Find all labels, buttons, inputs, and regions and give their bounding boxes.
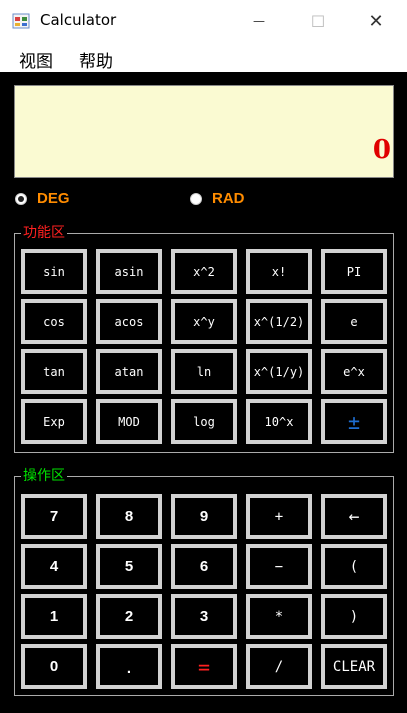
fn-button-x[interactable]: x! [246, 249, 312, 294]
fn-button-x-y[interactable]: x^y [171, 299, 237, 344]
minimize-icon: — [253, 14, 265, 28]
deg-label: DEG [37, 190, 70, 207]
op-button-9[interactable]: 9 [171, 494, 237, 539]
menu-view[interactable]: 视图 [19, 47, 53, 72]
op-button-backspace[interactable]: ← [321, 494, 387, 539]
op-button-close-paren[interactable]: ) [321, 594, 387, 639]
op-button-4[interactable]: 4 [21, 544, 87, 589]
deg-radio[interactable]: DEG [15, 190, 70, 207]
op-button-minus[interactable]: − [246, 544, 312, 589]
fn-button-tan[interactable]: tan [21, 349, 87, 394]
op-button-7[interactable]: 7 [21, 494, 87, 539]
op-button-multiply[interactable]: * [246, 594, 312, 639]
op-button-2[interactable]: 2 [96, 594, 162, 639]
minimize-button[interactable]: — [229, 0, 289, 42]
fn-button-e-x[interactable]: e^x [321, 349, 387, 394]
fn-button-sin[interactable]: sin [21, 249, 87, 294]
op-button-open-paren[interactable]: ( [321, 544, 387, 589]
op-button-plus[interactable]: + [246, 494, 312, 539]
display-value: 0 [372, 135, 391, 165]
fn-button-exp[interactable]: Exp [21, 399, 87, 444]
fn-button-atan[interactable]: atan [96, 349, 162, 394]
fn-button-acos[interactable]: acos [96, 299, 162, 344]
fn-button-x-2[interactable]: x^2 [171, 249, 237, 294]
function-area-label: 功能区 [21, 224, 67, 242]
fn-button-log[interactable]: log [171, 399, 237, 444]
menu-help[interactable]: 帮助 [79, 47, 113, 72]
fn-button-ln[interactable]: ln [171, 349, 237, 394]
operation-area-label: 操作区 [21, 467, 67, 485]
fn-button-x-1-y[interactable]: x^(1/y) [246, 349, 312, 394]
rad-label: RAD [212, 190, 245, 207]
op-button-3[interactable]: 3 [171, 594, 237, 639]
op-button-5[interactable]: 5 [96, 544, 162, 589]
fn-button-plus-minus[interactable]: ± [321, 399, 387, 444]
op-button-divide[interactable]: / [246, 644, 312, 689]
fn-button-pi[interactable]: PI [321, 249, 387, 294]
rad-radio-circle[interactable] [190, 192, 202, 205]
window-title: Calculator [40, 11, 117, 29]
maximize-icon: ☐ [310, 11, 326, 31]
menu-bar: 视图 帮助 [0, 42, 407, 72]
op-button-1[interactable]: 1 [21, 594, 87, 639]
op-button-equals[interactable]: = [171, 644, 237, 689]
display-panel: 0 [14, 85, 394, 178]
deg-radio-circle[interactable] [15, 192, 27, 205]
rad-radio[interactable]: RAD [190, 190, 245, 207]
fn-button-e[interactable]: e [321, 299, 387, 344]
fn-button-x-1-2[interactable]: x^(1/2) [246, 299, 312, 344]
fn-button-asin[interactable]: asin [96, 249, 162, 294]
app-icon [12, 13, 30, 29]
maximize-button[interactable]: ☐ [288, 0, 348, 42]
op-button-6[interactable]: 6 [171, 544, 237, 589]
op-button-decimal[interactable]: . [96, 644, 162, 689]
op-button-clear[interactable]: CLEAR [321, 644, 387, 689]
fn-button-10-x[interactable]: 10^x [246, 399, 312, 444]
op-button-0[interactable]: 0 [21, 644, 87, 689]
close-icon: ✕ [368, 10, 384, 32]
fn-button-mod[interactable]: MOD [96, 399, 162, 444]
title-bar: Calculator — ☐ ✕ [0, 0, 407, 42]
op-button-8[interactable]: 8 [96, 494, 162, 539]
close-button[interactable]: ✕ [346, 0, 406, 42]
fn-button-cos[interactable]: cos [21, 299, 87, 344]
